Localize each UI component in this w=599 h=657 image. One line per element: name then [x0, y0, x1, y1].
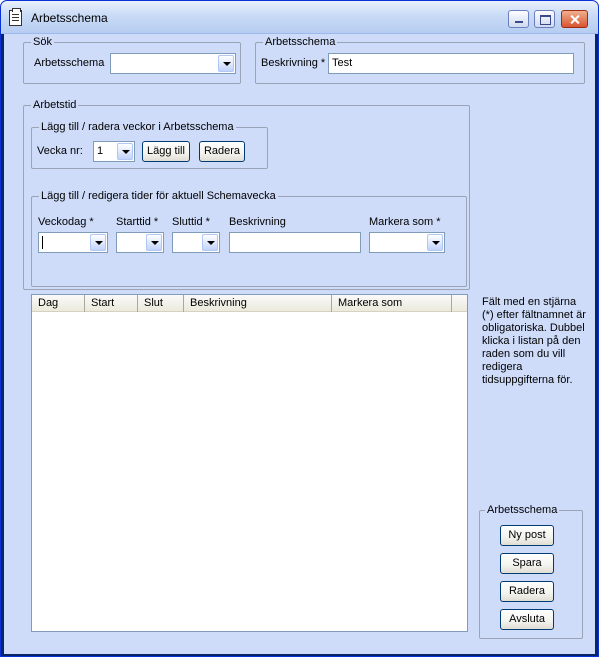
delete-button[interactable]: Radera — [500, 581, 554, 602]
chevron-down-icon[interactable] — [90, 234, 106, 251]
delete-week-button[interactable]: Radera — [199, 141, 245, 162]
weekday-label: Veckodag * — [38, 216, 94, 228]
times-group: Lägg till / redigera tider för aktuell S… — [31, 190, 467, 287]
column-header-start[interactable]: Start — [85, 295, 138, 312]
chevron-down-icon[interactable] — [202, 234, 218, 251]
chevron-down-icon[interactable] — [146, 234, 162, 251]
week-number-label: Vecka nr: — [37, 145, 83, 157]
schedule-group-label: Arbetsschema — [263, 36, 338, 48]
search-group-label: Sök — [31, 36, 54, 48]
window-client-area: Sök Arbetsschema Arbetsschema Beskrivnin… — [4, 34, 595, 654]
time-description-input[interactable] — [229, 232, 361, 253]
window-title: Arbetsschema — [31, 11, 108, 25]
exit-button[interactable]: Avsluta — [500, 609, 554, 630]
worktime-group: Arbetstid Lägg till / radera veckor i Ar… — [23, 99, 470, 290]
chevron-down-icon[interactable] — [117, 143, 133, 160]
search-schedule-label: Arbetsschema — [34, 57, 105, 69]
weeks-group: Lägg till / radera veckor i Arbetsschema… — [31, 121, 268, 169]
time-description-label: Beskrivning — [229, 216, 286, 228]
app-window: Arbetsschema Sök Arbetsschema Arbetssche… — [0, 0, 599, 657]
start-time-label: Starttid * — [116, 216, 159, 228]
mark-as-dropdown[interactable] — [369, 232, 445, 253]
search-schedule-dropdown[interactable] — [110, 53, 236, 74]
actions-group-label: Arbetsschema — [485, 504, 560, 516]
week-number-dropdown[interactable]: 1 — [93, 141, 135, 162]
text-caret — [42, 236, 43, 249]
minimize-button[interactable] — [508, 10, 529, 28]
mark-as-label: Markera som * — [369, 216, 441, 228]
new-record-button[interactable]: Ny post — [500, 525, 554, 546]
week-number-value: 1 — [97, 145, 104, 157]
clipboard-icon — [9, 8, 22, 26]
column-header-mark-as[interactable]: Markera som — [332, 295, 452, 312]
weeks-group-label: Lägg till / radera veckor i Arbetsschema — [39, 121, 236, 133]
chevron-down-icon[interactable] — [427, 234, 443, 251]
search-group: Sök Arbetsschema — [23, 36, 241, 84]
column-header-description[interactable]: Beskrivning — [184, 295, 332, 312]
description-label: Beskrivning * — [261, 57, 326, 69]
required-fields-info: Fält med en stjärna (*) efter fältnamnet… — [482, 296, 586, 386]
weekday-dropdown[interactable] — [38, 232, 108, 253]
worktime-group-label: Arbetstid — [31, 99, 79, 111]
add-week-button[interactable]: Lägg till — [142, 141, 190, 162]
chevron-down-icon[interactable] — [218, 55, 234, 72]
times-table[interactable]: Dag Start Slut Beskrivning Markera som — [31, 294, 468, 632]
save-button[interactable]: Spara — [500, 553, 554, 574]
table-header: Dag Start Slut Beskrivning Markera som — [32, 295, 467, 312]
end-time-dropdown[interactable] — [172, 232, 220, 253]
close-button[interactable] — [561, 10, 588, 28]
description-input[interactable]: Test — [328, 53, 574, 74]
title-bar[interactable]: Arbetsschema — [1, 1, 598, 34]
column-header-day[interactable]: Dag — [32, 295, 85, 312]
maximize-button[interactable] — [534, 10, 555, 28]
start-time-dropdown[interactable] — [116, 232, 164, 253]
end-time-label: Sluttid * — [172, 216, 210, 228]
times-group-label: Lägg till / redigera tider för aktuell S… — [39, 190, 278, 202]
schedule-group: Arbetsschema Beskrivning * Test — [255, 36, 585, 84]
column-header-end[interactable]: Slut — [138, 295, 184, 312]
actions-group: Arbetsschema Ny post Spara Radera Avslut… — [479, 504, 583, 639]
